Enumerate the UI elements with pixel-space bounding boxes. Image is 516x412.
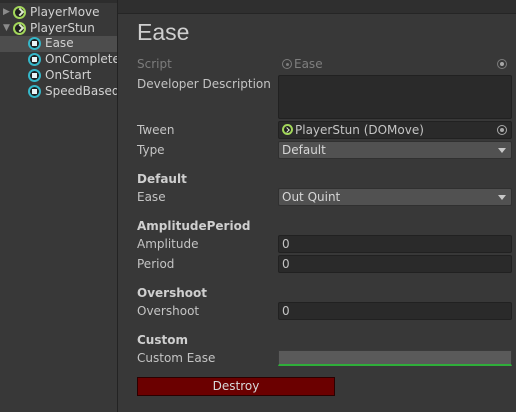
hierarchy-item-onstart[interactable]: OnStart: [0, 68, 117, 84]
inspector-header-strip: [118, 0, 516, 14]
type-value: Default: [282, 143, 326, 157]
type-dropdown[interactable]: Default: [278, 141, 512, 159]
type-label: Type: [137, 143, 165, 157]
section-header-default: Default: [137, 172, 187, 186]
inspector-panel: Ease Script Ease Developer Description T…: [118, 0, 516, 412]
custom-ease-curve-field[interactable]: [278, 350, 512, 366]
player-node-icon: [282, 124, 293, 135]
foldout-expanded-icon[interactable]: ▼: [3, 24, 12, 33]
script-icon: [282, 59, 292, 69]
amplitude-input[interactable]: 0: [278, 235, 512, 253]
overshoot-label: Overshoot: [137, 304, 200, 318]
event-node-icon: [28, 53, 41, 66]
ease-dropdown[interactable]: Out Quint: [278, 188, 512, 206]
custom-ease-label: Custom Ease: [137, 351, 216, 365]
player-node-icon: [13, 22, 26, 35]
event-node-icon: [28, 85, 41, 98]
hierarchy-item-label: PlayerMove: [30, 5, 100, 19]
hierarchy-item-oncomplete[interactable]: OnComplete: [0, 52, 117, 68]
section-header-overshoot: Overshoot: [137, 286, 207, 300]
chevron-down-icon: [498, 148, 506, 153]
hierarchy-item-label: PlayerStun: [30, 21, 95, 35]
hierarchy-item-label: OnStart: [45, 68, 92, 82]
tween-value: PlayerStun (DOMove): [295, 123, 424, 137]
hierarchy-item-label: SpeedBased: [45, 84, 117, 98]
event-node-icon: [28, 37, 41, 50]
hierarchy-item-label: Ease: [45, 36, 74, 50]
ease-label: Ease: [137, 190, 166, 204]
hierarchy-top-strip: [0, 0, 117, 3]
event-node-icon: [28, 69, 41, 82]
developer-description-field[interactable]: [278, 75, 512, 119]
period-input[interactable]: 0: [278, 255, 512, 273]
period-label: Period: [137, 257, 175, 271]
ease-value: Out Quint: [282, 190, 341, 204]
amplitude-label: Amplitude: [137, 237, 199, 251]
script-field: Ease: [278, 55, 512, 73]
player-node-icon: [13, 6, 26, 19]
tween-field[interactable]: PlayerStun (DOMove): [278, 121, 512, 139]
object-picker-icon: [497, 59, 507, 69]
hierarchy-item-playermove[interactable]: ▶ PlayerMove: [0, 5, 117, 21]
section-header-custom: Custom: [137, 333, 188, 347]
tween-label: Tween: [137, 123, 175, 137]
object-picker-icon[interactable]: [497, 125, 507, 135]
destroy-button[interactable]: Destroy: [137, 377, 335, 396]
hierarchy-item-playerstun[interactable]: ▼ PlayerStun: [0, 21, 117, 37]
hierarchy-item-ease[interactable]: Ease: [0, 36, 117, 52]
section-header-amplitude-period: AmplitudePeriod: [137, 219, 251, 233]
chevron-down-icon: [498, 195, 506, 200]
foldout-collapsed-icon[interactable]: ▶: [3, 8, 12, 17]
hierarchy-panel: ▶ PlayerMove ▼ PlayerStun Ease OnComplet…: [0, 0, 117, 412]
hierarchy-item-label: OnComplete: [45, 52, 117, 66]
overshoot-input[interactable]: 0: [278, 302, 512, 320]
developer-description-label: Developer Description: [137, 77, 271, 91]
script-label: Script: [137, 57, 172, 71]
hierarchy-item-speedbased[interactable]: SpeedBased: [0, 84, 117, 100]
inspector-title: Ease: [137, 19, 190, 45]
script-value: Ease: [294, 57, 323, 71]
